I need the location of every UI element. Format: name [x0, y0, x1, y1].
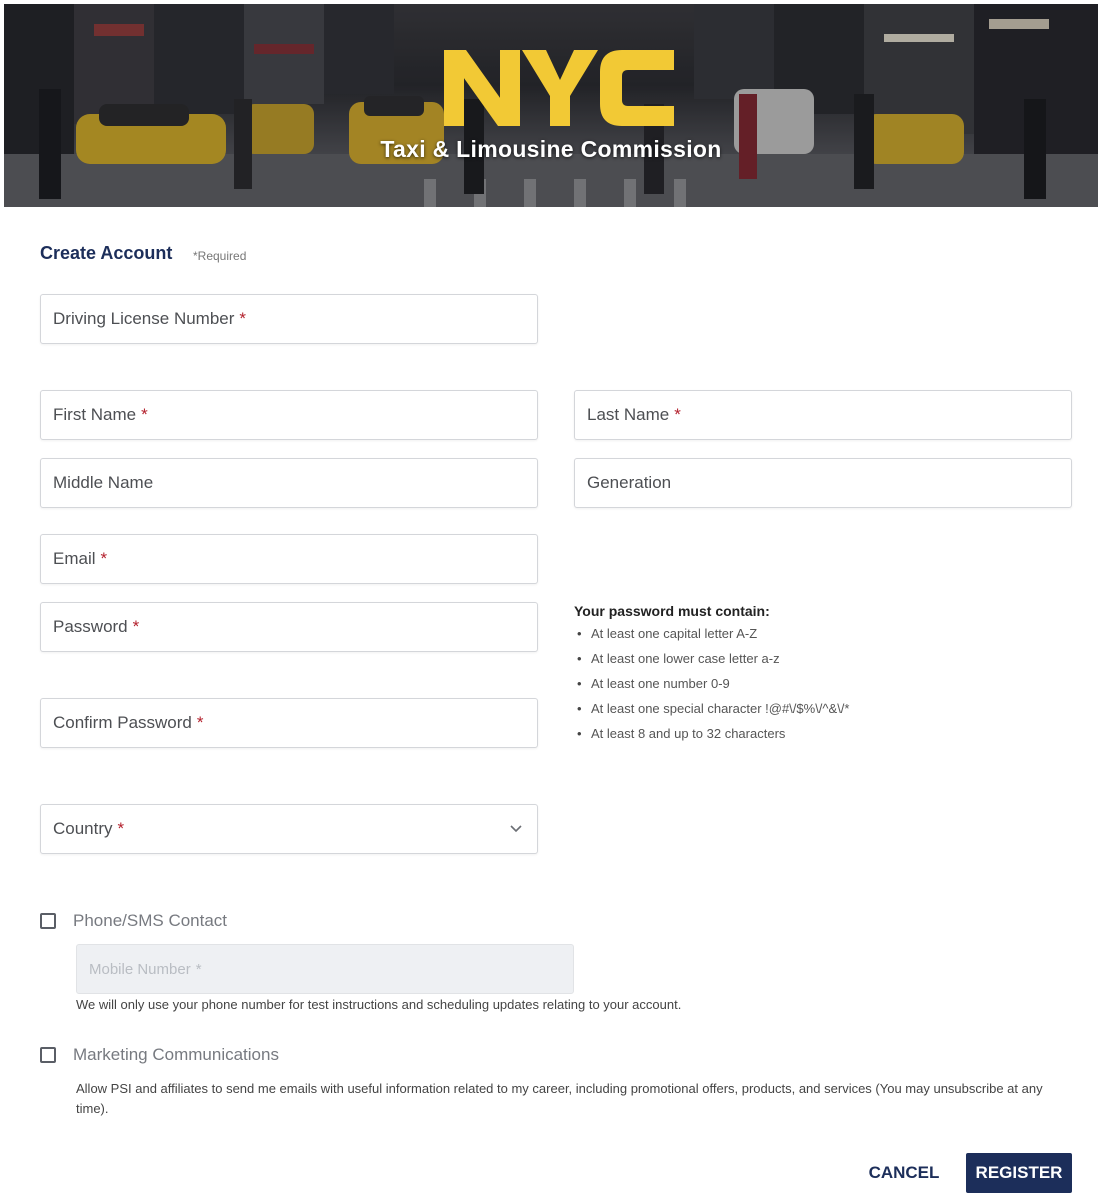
last-name-label: Last Name	[587, 405, 670, 424]
required-note: *Required	[193, 249, 247, 263]
email-input[interactable]: Email *	[40, 534, 538, 584]
header-banner: Taxi & Limousine Commission	[4, 4, 1098, 207]
phone-sms-label: Phone/SMS Contact	[73, 911, 228, 930]
required-star: *	[195, 960, 202, 978]
mobile-number-placeholder: Mobile Number	[89, 960, 191, 978]
marketing-communications-option[interactable]: Marketing Communications	[40, 1045, 279, 1065]
country-select[interactable]: Country *	[40, 804, 538, 854]
confirm-password-input[interactable]: Confirm Password *	[40, 698, 538, 748]
phone-sms-checkbox[interactable]	[40, 913, 56, 929]
register-button[interactable]: REGISTER	[966, 1153, 1072, 1193]
password-label: Password	[53, 617, 128, 636]
required-star: *	[132, 617, 140, 636]
marketing-label: Marketing Communications	[73, 1045, 279, 1064]
generation-input[interactable]: Generation	[574, 458, 1072, 508]
banner-subtitle: Taxi & Limousine Commission	[380, 136, 722, 162]
driving-license-input[interactable]: Driving License Number *	[40, 294, 538, 344]
required-star: *	[674, 405, 681, 424]
last-name-input[interactable]: Last Name *	[574, 390, 1072, 440]
password-requirements: Your password must contain: At least one…	[574, 603, 1054, 750]
password-requirements-list: At least one capital letter A-Z At least…	[574, 625, 1054, 750]
list-item: At least 8 and up to 32 characters	[574, 725, 1054, 750]
first-name-input[interactable]: First Name *	[40, 390, 538, 440]
required-star: *	[141, 405, 148, 424]
password-requirements-heading: Your password must contain:	[574, 603, 770, 619]
list-item: At least one lower case letter a-z	[574, 650, 1054, 675]
marketing-note: Allow PSI and affiliates to send me emai…	[76, 1081, 1043, 1116]
required-star: *	[117, 819, 125, 838]
mobile-number-input[interactable]: Mobile Number *	[76, 944, 574, 994]
list-item: At least one special character !@#\/$%\/…	[574, 700, 1054, 725]
middle-name-input[interactable]: Middle Name	[40, 458, 538, 508]
confirm-password-label: Confirm Password	[53, 713, 192, 732]
first-name-label: First Name	[53, 405, 137, 424]
phone-sms-contact-option[interactable]: Phone/SMS Contact	[40, 911, 227, 931]
required-star: *	[196, 713, 204, 732]
chevron-down-icon[interactable]	[509, 822, 523, 836]
page-title: Create Account	[40, 243, 173, 263]
list-item: At least one capital letter A-Z	[574, 625, 1054, 650]
marketing-checkbox[interactable]	[40, 1047, 56, 1063]
required-star: *	[100, 549, 108, 568]
list-item: At least one number 0-9	[574, 675, 1054, 700]
email-label: Email	[53, 549, 96, 568]
driving-license-label: Driving License Number	[53, 309, 235, 328]
generation-label: Generation	[587, 473, 672, 492]
password-input[interactable]: Password *	[40, 602, 538, 652]
nyc-logo	[444, 50, 674, 126]
phone-usage-note: We will only use your phone number for t…	[76, 997, 682, 1012]
required-star: *	[239, 309, 247, 328]
country-label: Country	[53, 819, 113, 838]
middle-name-label: Middle Name	[53, 473, 154, 492]
cancel-button[interactable]: CANCEL	[862, 1153, 946, 1193]
